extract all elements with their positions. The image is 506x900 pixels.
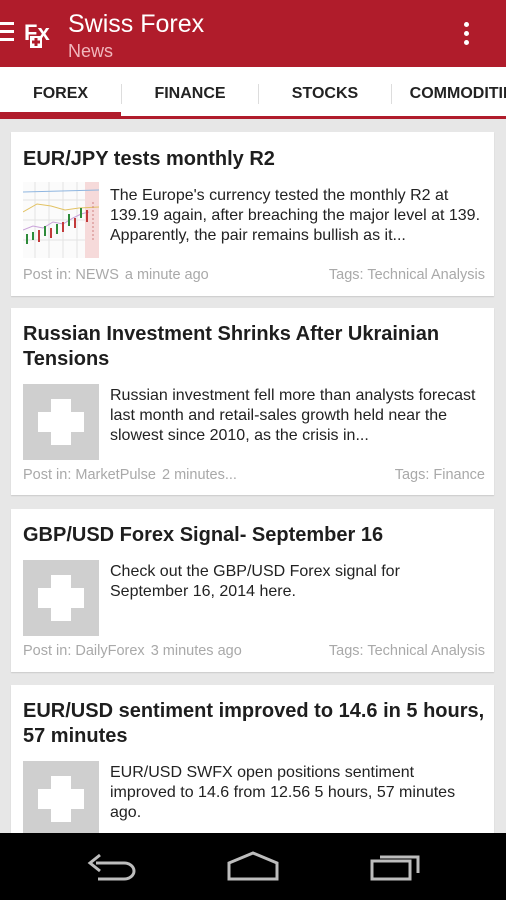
article-source-line: Post in: MarketPulse 2 minutes... [23, 467, 237, 483]
article-title: EUR/USD sentiment improved to 14.6 in 5 … [23, 700, 485, 747]
app-bar: Fx Swiss Forex News [0, 0, 506, 67]
article-time: a minute ago [124, 267, 209, 283]
system-navigation-bar [0, 833, 506, 900]
news-card[interactable]: GBP/USD Forex Signal- September 16 Check… [11, 509, 494, 672]
article-title: EUR/JPY tests monthly R2 [23, 148, 275, 170]
news-card[interactable]: Russian Investment Shrinks After Ukraini… [11, 308, 494, 495]
article-source-line: Post in: NEWS a minute ago [23, 267, 209, 283]
hamburger-menu-icon[interactable] [0, 22, 14, 44]
article-source: Post in: NEWS [23, 267, 119, 283]
overflow-menu-icon[interactable] [458, 22, 474, 48]
back-icon[interactable] [86, 851, 138, 886]
article-summary: The Europe's currency tested the monthly… [110, 187, 481, 244]
article-summary: EUR/USD SWFX open positions sentiment im… [110, 764, 456, 821]
tab-forex[interactable]: FOREX [0, 67, 121, 116]
tab-stocks[interactable]: STOCKS [259, 67, 391, 116]
recent-apps-icon[interactable] [370, 851, 422, 886]
article-title: Russian Investment Shrinks After Ukraini… [23, 323, 440, 370]
article-source: Post in: DailyForex [23, 643, 145, 659]
article-tags[interactable]: Tags: Technical Analysis [329, 643, 485, 659]
tab-commodities[interactable]: COMMODITIES [392, 67, 506, 116]
app-subtitle: News [68, 41, 114, 61]
swiss-forex-logo[interactable]: Fx [24, 18, 58, 48]
article-thumbnail-chart [22, 182, 100, 258]
article-time: 2 minutes... [161, 467, 237, 483]
article-summary: Russian investment fell more than analys… [110, 387, 476, 444]
article-source: Post in: MarketPulse [23, 467, 156, 483]
article-thumbnail-placeholder [23, 761, 99, 833]
news-card[interactable]: EUR/JPY tests monthly R2 The Europe's cu… [11, 132, 494, 296]
home-icon[interactable] [226, 851, 280, 886]
article-thumbnail-placeholder [23, 384, 99, 460]
article-summary: Check out the GBP/USD Forex signal for S… [110, 563, 400, 600]
article-time: 3 minutes ago [150, 643, 242, 659]
news-feed[interactable]: EUR/JPY tests monthly R2 The Europe's cu… [0, 119, 506, 833]
app-title: Swiss Forex [68, 10, 205, 38]
article-tags[interactable]: Tags: Technical Analysis [329, 267, 485, 283]
category-tabs: FOREX FINANCE STOCKS COMMODITIES [0, 67, 506, 119]
tab-finance[interactable]: FINANCE [122, 67, 258, 116]
cross-icon-bar [38, 412, 84, 432]
article-tags[interactable]: Tags: Finance [395, 467, 485, 483]
news-card[interactable]: EUR/USD sentiment improved to 14.6 in 5 … [11, 685, 494, 833]
article-thumbnail-placeholder [23, 560, 99, 636]
article-title: GBP/USD Forex Signal- September 16 [23, 524, 384, 546]
cross-icon-bar [38, 789, 84, 809]
article-source-line: Post in: DailyForex 3 minutes ago [23, 643, 242, 659]
cross-icon-bar [38, 588, 84, 608]
